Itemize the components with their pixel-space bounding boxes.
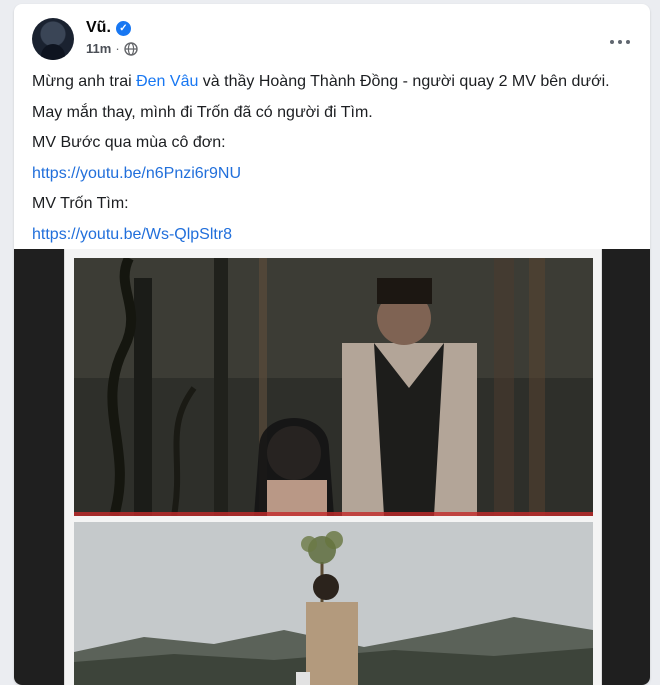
post-line-1: Mừng anh trai Đen Vâu và thầy Hoàng Thàn… (32, 67, 642, 98)
author-avatar[interactable] (32, 18, 74, 60)
mention-den-vau[interactable]: Đen Vâu (136, 73, 198, 90)
post-timestamp[interactable]: 11m (86, 41, 111, 56)
post-line-3: MV Bước qua mùa cô đơn: (32, 134, 226, 151)
more-options-button[interactable] (602, 24, 638, 60)
more-dot-icon (618, 40, 622, 44)
mv-still-photo-2[interactable] (74, 522, 593, 685)
youtube-link-1[interactable]: https://youtu.be/n6Pnzi6r9NU (32, 165, 241, 182)
mv-still-photo-1[interactable] (74, 258, 593, 516)
more-dot-icon (626, 40, 630, 44)
line1-after: và thầy Hoàng Thành Đồng - người quay 2 … (198, 73, 610, 90)
line1-before: Mừng anh trai (32, 73, 137, 90)
media-frame (64, 249, 602, 685)
author-row: Vũ. ✓ (86, 19, 131, 37)
youtube-link-2[interactable]: https://youtu.be/Ws-QlpSltr8 (32, 226, 232, 243)
post-text: Mừng anh trai Đen Vâu và thầy Hoàng Thàn… (32, 67, 642, 250)
post-header: Vũ. ✓ 11m · (14, 4, 650, 64)
post-line-2: May mắn thay, mình đi Trốn đã có người đ… (32, 103, 373, 121)
post-media[interactable] (14, 249, 650, 685)
globe-icon[interactable] (123, 41, 138, 56)
post-line-4: MV Trốn Tìm: (32, 195, 129, 212)
post-meta: 11m · (86, 41, 138, 56)
more-dot-icon (610, 40, 614, 44)
meta-separator: · (115, 41, 120, 56)
post-card: Vũ. ✓ 11m · Mừng anh trai Đen Vâu và thầ… (14, 4, 650, 685)
verified-check-icon: ✓ (115, 20, 131, 36)
author-name[interactable]: Vũ. (86, 19, 111, 37)
